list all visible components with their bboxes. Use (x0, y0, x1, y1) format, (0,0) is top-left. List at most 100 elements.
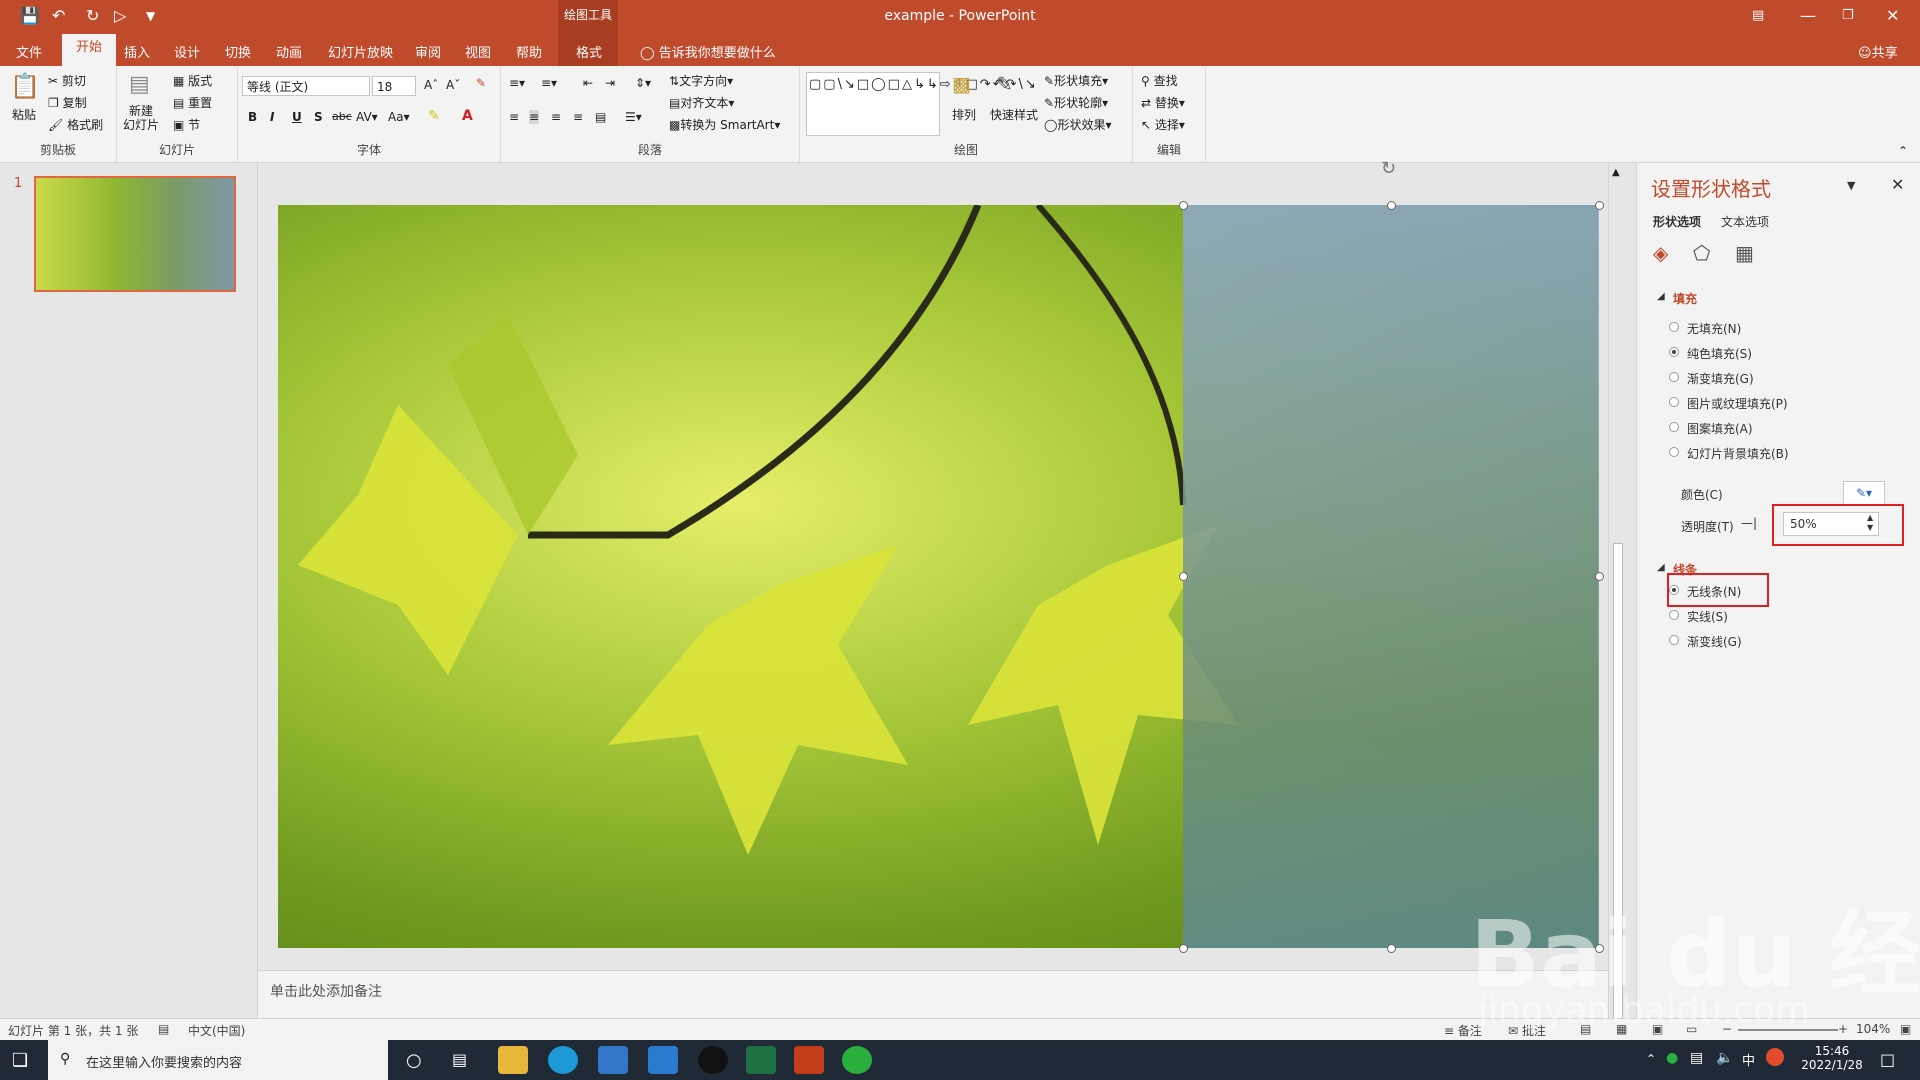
copy-button[interactable]: ❐ 复制 (48, 94, 87, 111)
new-slide-button[interactable]: 新建 幻灯片 (123, 104, 159, 132)
grow-font-icon[interactable]: Aˆ (424, 78, 438, 92)
tab-transitions[interactable]: 切换 (215, 40, 261, 63)
fill-color-picker[interactable]: ✎▾ (1843, 481, 1885, 505)
columns-icon[interactable]: ☰▾ (625, 110, 642, 124)
fill-radio[interactable] (1669, 397, 1679, 407)
line-option-label[interactable]: 渐变线(G) (1687, 633, 1742, 650)
section-button[interactable]: ▣ 节 (173, 116, 200, 133)
tab-slideshow[interactable]: 幻灯片放映 (318, 40, 403, 63)
effects-pentagon-icon[interactable]: ⬠ (1693, 241, 1710, 265)
numbering-icon[interactable]: ≡▾ (541, 76, 557, 90)
font-name-combo[interactable]: 等线 (正文) (242, 76, 370, 96)
language-status[interactable]: 中文(中国) (188, 1022, 245, 1039)
volume-icon[interactable]: 🔈 (1716, 1050, 1733, 1066)
resize-handle[interactable] (1179, 201, 1188, 210)
tab-animations[interactable]: 动画 (266, 40, 312, 63)
wechat-icon[interactable] (842, 1046, 872, 1074)
tab-review[interactable]: 审阅 (405, 40, 451, 63)
fill-option-label[interactable]: 无填充(N) (1687, 320, 1741, 337)
pane-close-icon[interactable]: ✕ (1891, 175, 1904, 194)
excel-icon[interactable] (746, 1046, 776, 1074)
minimize-icon[interactable]: — (1800, 6, 1816, 25)
align-text-button[interactable]: ▤对齐文本▾ (669, 94, 734, 111)
tab-help[interactable]: 帮助 (506, 40, 552, 63)
italic-button[interactable]: I (270, 110, 274, 124)
new-slide-icon[interactable]: ▤ (129, 72, 150, 97)
fill-option-label[interactable]: 图片或纹理填充(P) (1687, 395, 1788, 412)
shapes-gallery[interactable]: ▢▢\↘□◯□△↳↳⇨⇩□↷↶↷\↘ (806, 72, 1036, 136)
powerpoint-icon[interactable] (794, 1046, 824, 1074)
decrease-indent-icon[interactable]: ⇤ (583, 76, 593, 90)
bold-button[interactable]: B (248, 110, 257, 124)
fill-radio[interactable] (1669, 422, 1679, 432)
shape-effects-button[interactable]: ◯形状效果▾ (1044, 116, 1111, 133)
change-case-button[interactable]: Aa▾ (388, 110, 410, 124)
tab-home[interactable]: 开始 (62, 34, 117, 66)
strikethrough-button[interactable]: abc (332, 110, 352, 123)
slide-thumbnail[interactable] (34, 176, 236, 292)
smartart-button[interactable]: ▩转换为 SmartArt▾ (669, 116, 780, 133)
store-icon[interactable] (598, 1046, 628, 1074)
align-center-icon[interactable]: ≡ (529, 110, 540, 124)
arrange-button[interactable]: 排列 (952, 106, 976, 123)
format-painter-button[interactable]: 🖌 格式刷 (48, 116, 103, 133)
zoom-level[interactable]: 104% (1856, 1022, 1890, 1036)
distributed-icon[interactable]: ▤ (595, 110, 606, 124)
arrange-icon[interactable]: ▩ (952, 72, 971, 96)
notes-toggle[interactable]: ≡ 备注 (1444, 1022, 1482, 1039)
close-icon[interactable]: ✕ (1886, 6, 1899, 25)
clear-format-icon[interactable]: ✎ (476, 76, 486, 90)
cortana-icon[interactable]: ○ (406, 1050, 422, 1071)
select-button[interactable]: ↖ 选择▾ (1141, 116, 1185, 133)
resize-handle[interactable] (1387, 201, 1396, 210)
restore-icon[interactable]: ❐ (1842, 8, 1854, 23)
text-direction-button[interactable]: ⇅文字方向▾ (669, 72, 733, 89)
align-right-icon[interactable]: ≡ (551, 110, 561, 124)
transparency-slider[interactable]: —| (1741, 513, 1761, 533)
fill-radio[interactable] (1669, 322, 1679, 332)
notes-pane[interactable]: 单击此处添加备注 (258, 970, 1608, 1019)
paste-icon[interactable]: 📋 (10, 72, 40, 100)
underline-button[interactable]: U (292, 110, 302, 124)
fill-option-label[interactable]: 纯色填充(S) (1687, 345, 1752, 362)
align-left-icon[interactable]: ≡ (509, 110, 519, 124)
tray-wechat-icon[interactable]: ● (1666, 1050, 1678, 1066)
tab-file[interactable]: 文件 (6, 40, 52, 63)
share-button[interactable]: ☺共享 (1848, 40, 1908, 63)
layout-button[interactable]: ▦ 版式 (173, 72, 212, 89)
scroll-up-icon[interactable]: ▲ (1612, 167, 1620, 178)
network-icon[interactable]: ▤ (1690, 1050, 1703, 1066)
collapse-ribbon-icon[interactable]: ⌃ (1898, 144, 1908, 158)
fill-section-header[interactable]: 填充 (1673, 290, 1697, 307)
notification-icon[interactable]: □ (1880, 1050, 1895, 1069)
line-radio[interactable] (1669, 635, 1679, 645)
clock[interactable]: 15:46 2022/1/28 (1800, 1044, 1864, 1072)
justify-icon[interactable]: ≡ (573, 110, 583, 124)
tab-text-options[interactable]: 文本选项 (1721, 213, 1769, 230)
resize-handle[interactable] (1595, 572, 1604, 581)
shape-outline-button[interactable]: ✎形状轮廓▾ (1044, 94, 1108, 111)
char-spacing-icon[interactable]: AV▾ (356, 110, 378, 124)
size-properties-icon[interactable]: ▦ (1735, 241, 1754, 265)
fill-radio[interactable] (1669, 372, 1679, 382)
find-button[interactable]: ⚲ 查找 (1141, 72, 1178, 89)
taskbar-search-box[interactable]: ⚲ 在这里输入你要搜索的内容 (48, 1040, 388, 1080)
line-collapse-icon[interactable]: ◢ (1657, 562, 1665, 573)
paste-button[interactable]: 粘贴 (12, 106, 36, 123)
rotate-handle-icon[interactable]: ↻ (1381, 160, 1399, 178)
resize-handle[interactable] (1179, 572, 1188, 581)
edge-browser-icon[interactable] (548, 1046, 578, 1074)
fill-option-label[interactable]: 幻灯片背景填充(B) (1687, 445, 1789, 462)
increase-indent-icon[interactable]: ⇥ (605, 76, 615, 90)
resize-handle[interactable] (1387, 944, 1396, 953)
shape-fill-button[interactable]: ✎形状填充▾ (1044, 72, 1108, 89)
fill-collapse-icon[interactable]: ◢ (1657, 291, 1665, 302)
semi-transparent-rectangle[interactable] (1183, 205, 1599, 948)
quick-styles-icon[interactable]: ✎ (996, 72, 1013, 96)
shrink-font-icon[interactable]: Aˇ (446, 78, 460, 92)
ribbon-display-icon[interactable]: ▤ (1752, 8, 1764, 23)
reset-button[interactable]: ▤ 重置 (173, 94, 212, 111)
sogou-ime-icon[interactable] (1766, 1048, 1784, 1066)
resize-handle[interactable] (1179, 944, 1188, 953)
fill-radio[interactable] (1669, 447, 1679, 457)
